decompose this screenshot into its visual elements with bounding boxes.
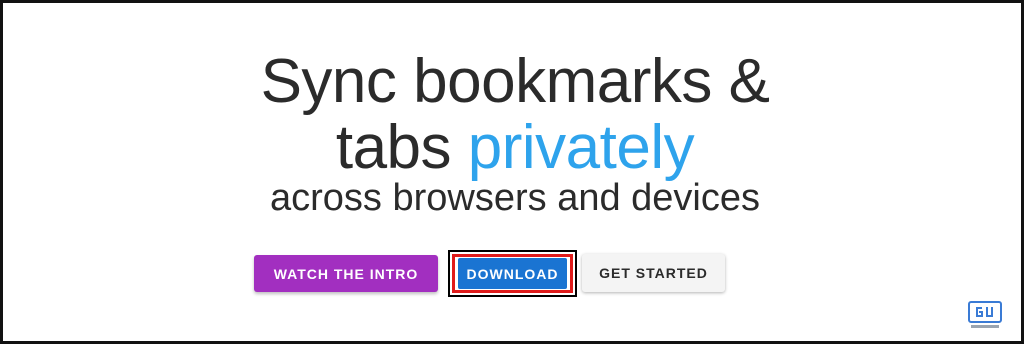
watch-intro-button[interactable]: WATCH THE INTRO (254, 255, 438, 292)
hero-title-plain: tabs (335, 113, 452, 182)
download-highlight-box: DOWNLOAD (452, 254, 573, 293)
screenshot-frame: Sync bookmarks & tabs privately across b… (0, 0, 1024, 344)
hero-title-line2: tabs privately (3, 113, 1024, 183)
hero-title-line1-text: Sync bookmarks & (260, 47, 770, 116)
download-button[interactable]: DOWNLOAD (458, 258, 567, 289)
hero-title-accent: privately (467, 113, 695, 182)
get-started-button[interactable]: GET STARTED (582, 254, 725, 292)
hero-title-line1: Sync bookmarks & (3, 47, 1024, 117)
watermark-logo-icon (968, 301, 1002, 328)
download-highlight-outline: DOWNLOAD (448, 250, 577, 297)
gadgets-to-use-logo-icon (965, 291, 1005, 331)
hero-subtitle: across browsers and devices (270, 177, 760, 219)
